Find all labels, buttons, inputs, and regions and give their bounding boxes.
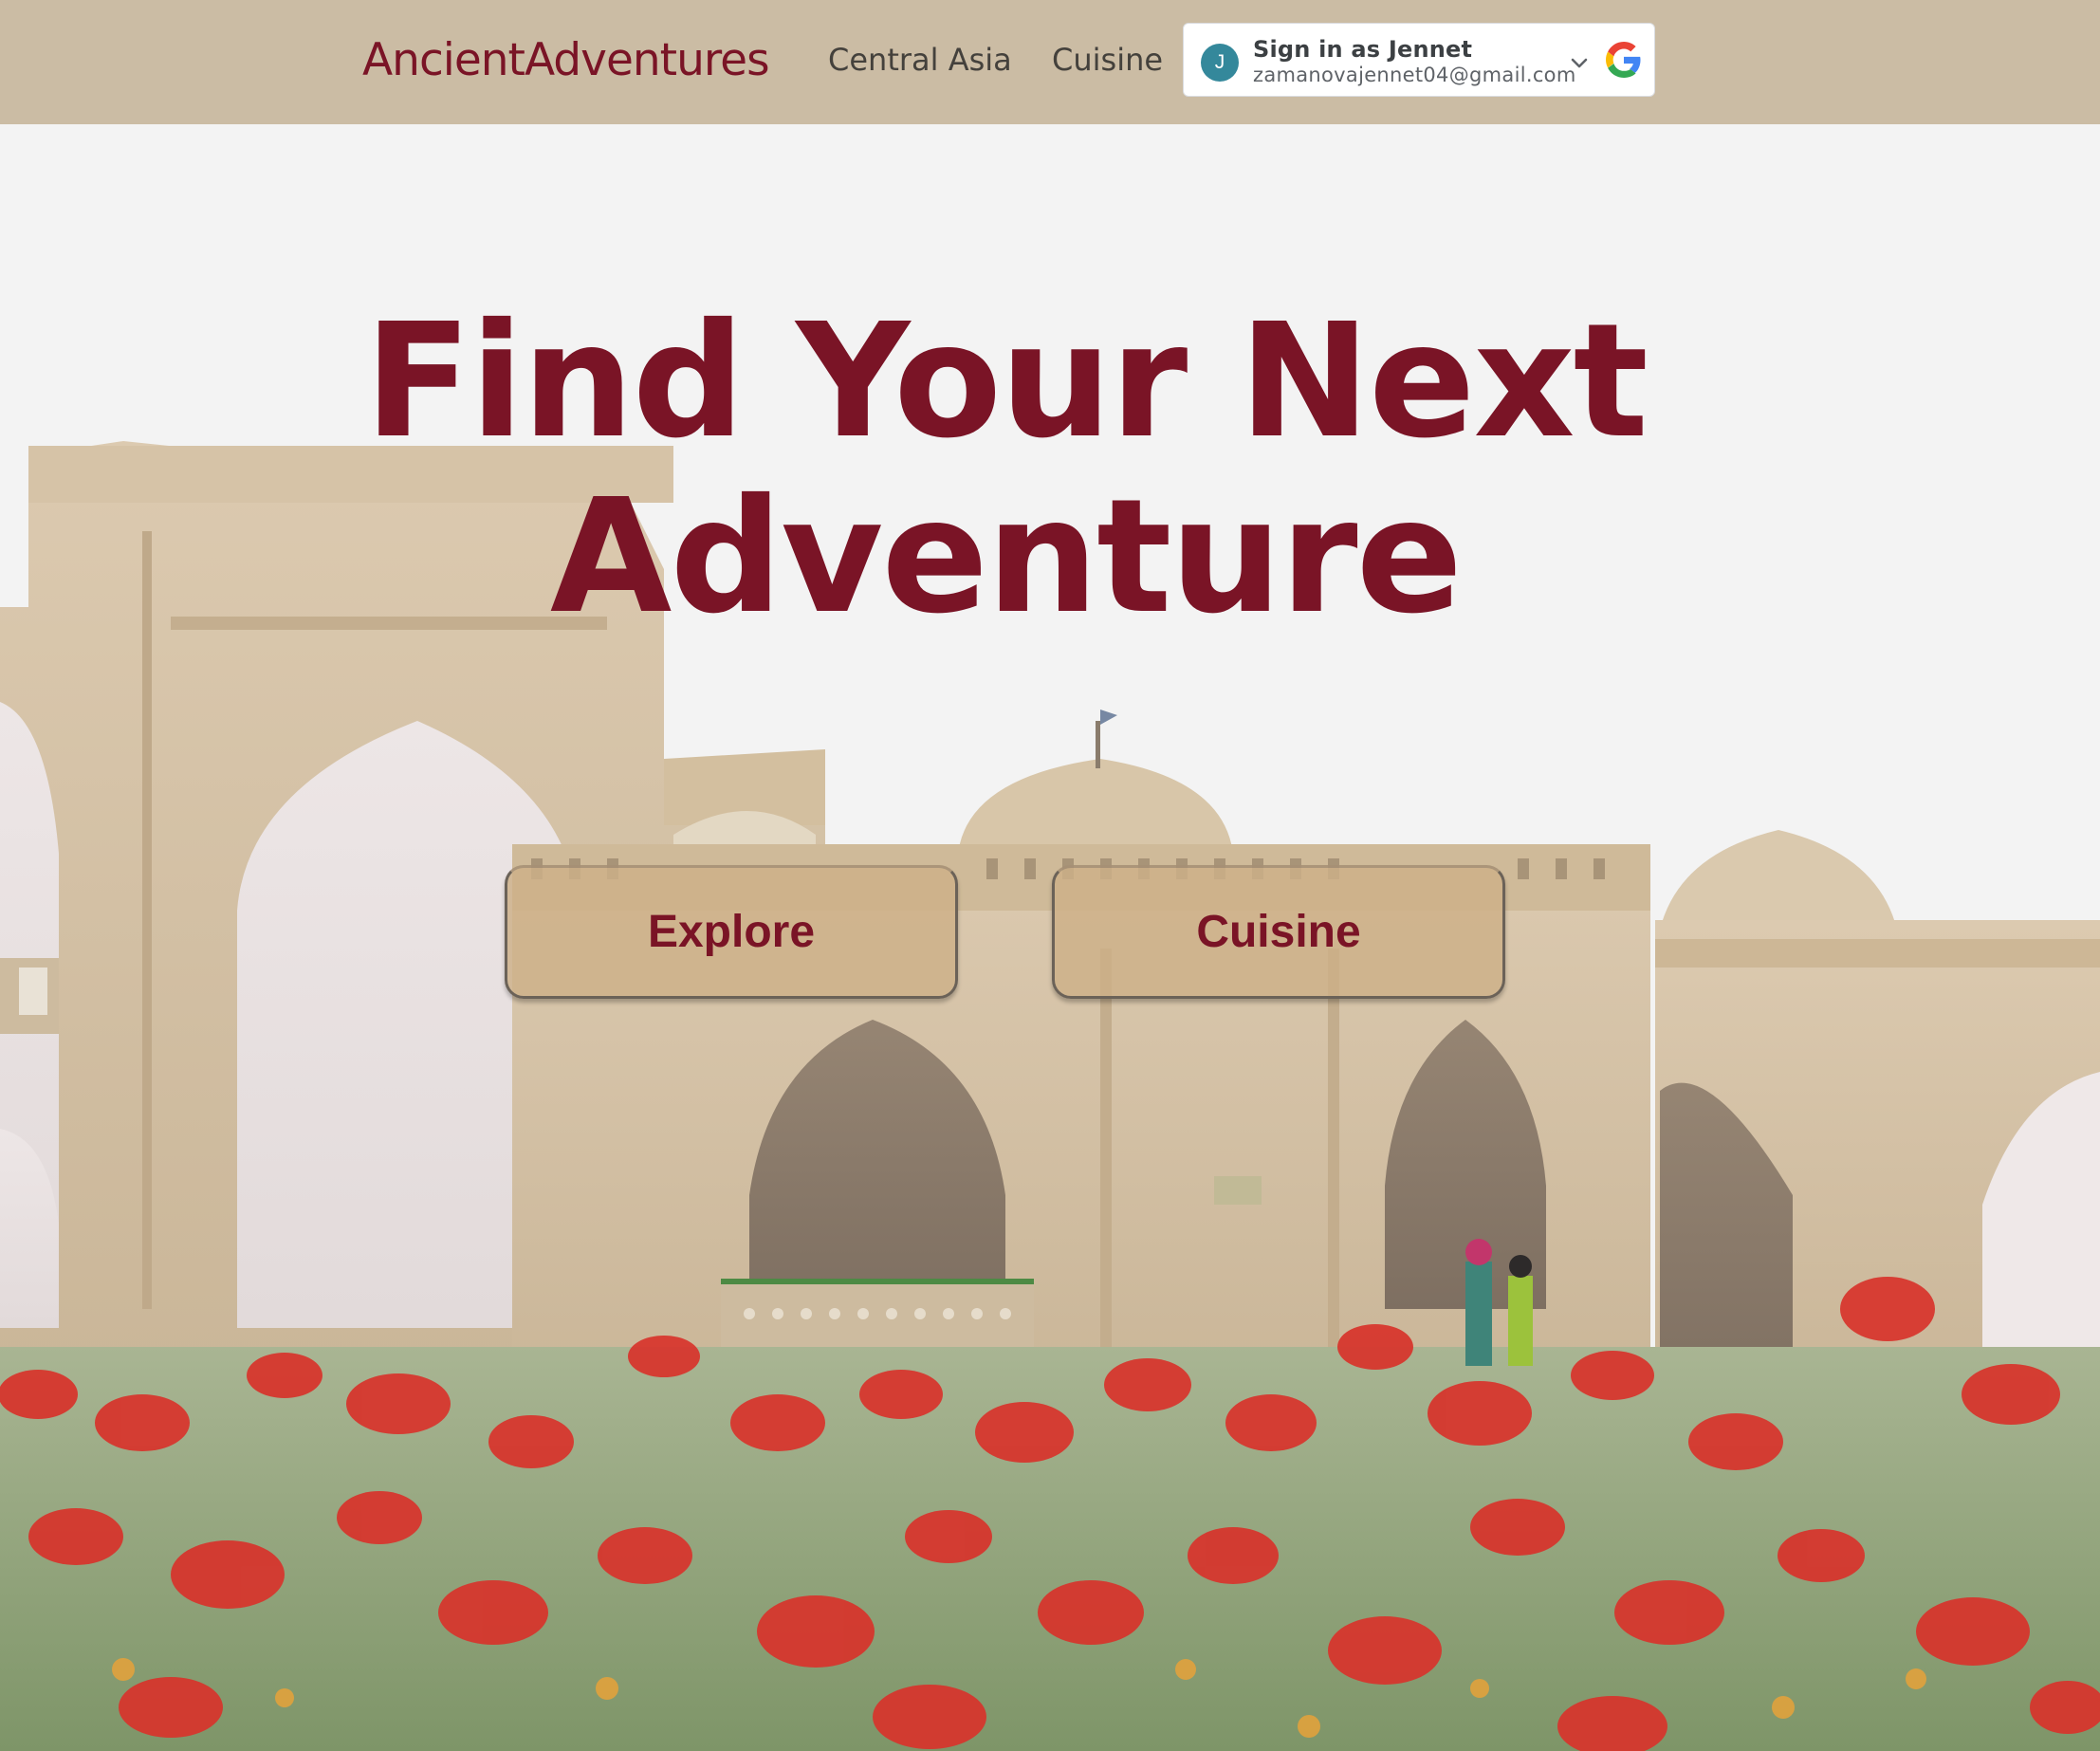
signin-email: zamanovajennet04@gmail.com [1253, 64, 1576, 86]
nav-link-central-asia[interactable]: Central Asia [828, 42, 1012, 78]
hero-headline: Find Your Next Adventure [0, 294, 2011, 645]
google-signin-button[interactable]: J Sign in as Jennet zamanovajennet04@gma… [1183, 23, 1655, 97]
brand-logo[interactable]: AncientAdventures [362, 34, 770, 86]
cuisine-button[interactable]: Cuisine [1052, 865, 1505, 999]
hero-headline-line-2: Adventure [549, 466, 1463, 649]
nav-link-cuisine[interactable]: Cuisine [1052, 42, 1163, 78]
avatar: J [1201, 44, 1239, 82]
chevron-down-icon[interactable] [1569, 52, 1590, 73]
top-navbar: AncientAdventures Central Asia Cuisine J… [0, 0, 2100, 124]
hero-headline-line-1: Find Your Next [364, 290, 1649, 473]
google-logo-icon [1606, 42, 1641, 78]
explore-button[interactable]: Explore [505, 865, 958, 999]
signin-title: Sign in as Jennet [1253, 36, 1473, 63]
